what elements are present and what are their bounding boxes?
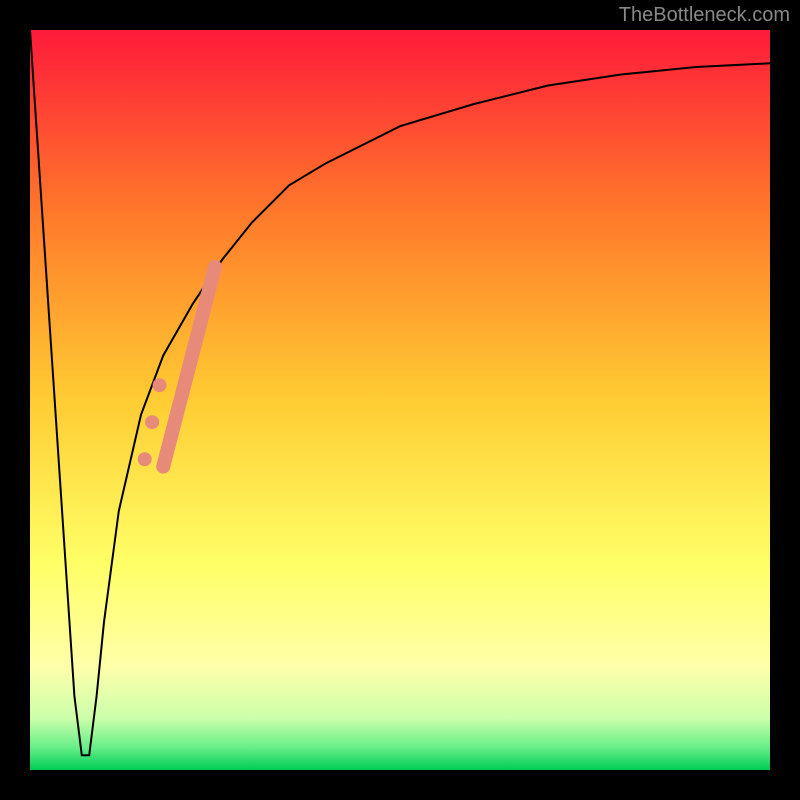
highlight-dot <box>145 415 159 429</box>
highlight-dot <box>138 452 152 466</box>
watermark-text: TheBottleneck.com <box>619 4 790 27</box>
plot-area <box>30 30 770 770</box>
chart-svg <box>30 30 770 770</box>
highlight-dot <box>153 378 167 392</box>
gradient-background <box>30 30 770 770</box>
chart-container: TheBottleneck.com <box>0 0 800 800</box>
